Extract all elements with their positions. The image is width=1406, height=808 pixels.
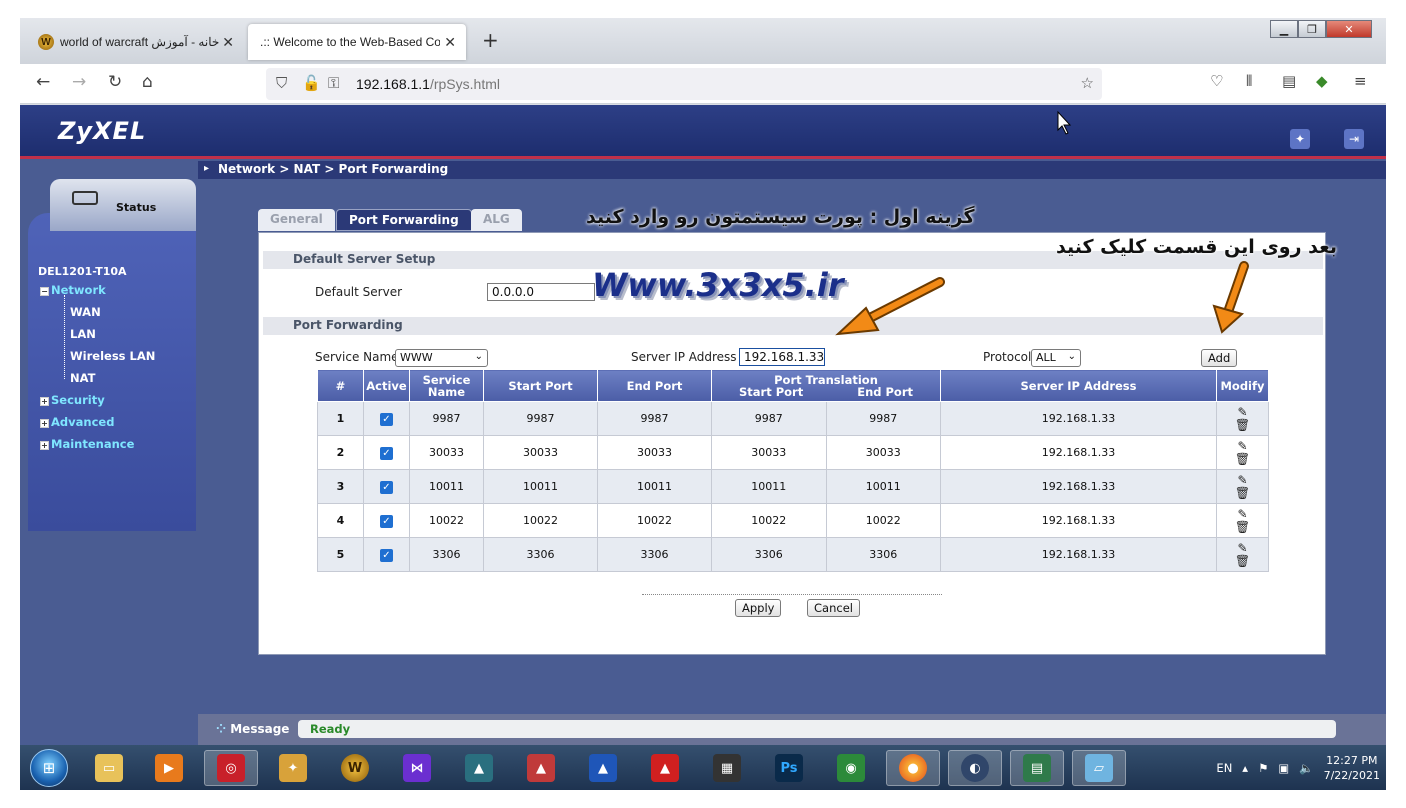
arrow-to-add-button: [1212, 261, 1249, 334]
network-icon[interactable]: ▣: [1278, 761, 1289, 775]
taskbar-teamspeak[interactable]: ◐: [948, 750, 1002, 786]
taskbar-firefox[interactable]: ●: [886, 750, 940, 786]
film-icon: ▦: [713, 754, 741, 782]
teal-app-icon: ▲: [465, 754, 493, 782]
taskbar-explorer[interactable]: ▭: [82, 750, 136, 786]
start-button[interactable]: ⊞: [30, 749, 68, 787]
taskbar-app-red-triangle[interactable]: ▲: [514, 750, 568, 786]
wow-icon: W: [341, 754, 369, 782]
firefox-icon: ●: [899, 754, 927, 782]
red-triangle-icon: ▲: [527, 754, 555, 782]
taskbar-app-window[interactable]: ▤: [1010, 750, 1064, 786]
video-editor-icon: ⋈: [403, 754, 431, 782]
arrow-to-server-ip: [835, 277, 945, 336]
red-warning-icon: ▲: [651, 754, 679, 782]
taskbar-app-film[interactable]: ▦: [700, 750, 754, 786]
clock-date: 7/22/2021: [1323, 769, 1380, 782]
screen: W خانه - آموزش world of warcraft ✕ .:: W…: [20, 18, 1386, 790]
mouse-cursor-icon: [1057, 110, 1072, 135]
language-indicator[interactable]: EN: [1216, 761, 1232, 775]
taskbar-app-blue-triangle[interactable]: ▲: [576, 750, 630, 786]
taskbar-media-player[interactable]: ▶: [142, 750, 196, 786]
taskbar-download-manager[interactable]: ◉: [824, 750, 878, 786]
folder-icon: ▭: [95, 754, 123, 782]
taskbar-app-note[interactable]: ▱: [1072, 750, 1126, 786]
globe-download-icon: ◉: [837, 754, 865, 782]
media-player-icon: ▶: [155, 754, 183, 782]
system-tray: EN ▴ ⚑ ▣ 🔈 12:27 PM 7/22/2021: [1216, 753, 1380, 783]
clock[interactable]: 12:27 PM 7/22/2021: [1324, 753, 1380, 783]
window-app-icon: ▤: [1023, 754, 1051, 782]
taskbar-app-tools[interactable]: ✦: [266, 750, 320, 786]
taskbar-app-purple[interactable]: ⋈: [390, 750, 444, 786]
record-app-icon: ◎: [217, 754, 245, 782]
headset-icon: ◐: [961, 754, 989, 782]
volume-icon[interactable]: 🔈: [1299, 761, 1313, 775]
taskbar-app-teal[interactable]: ▲: [452, 750, 506, 786]
notepad-icon: ▱: [1085, 754, 1113, 782]
windows-logo-icon: ⊞: [42, 759, 56, 777]
taskbar-wow[interactable]: W: [328, 750, 382, 786]
taskbar-app-red[interactable]: ◎: [204, 750, 258, 786]
taskbar-photoshop[interactable]: Ps: [762, 750, 816, 786]
taskbar-app-red-warn[interactable]: ▲: [638, 750, 692, 786]
action-center-flag-icon[interactable]: ⚑: [1258, 761, 1268, 775]
show-hidden-icons-icon[interactable]: ▴: [1242, 761, 1248, 775]
clock-time: 12:27 PM: [1326, 754, 1378, 767]
annotation-arrows: [835, 110, 1249, 336]
blue-triangle-icon: ▲: [589, 754, 617, 782]
tools-app-icon: ✦: [279, 754, 307, 782]
photoshop-icon: Ps: [775, 754, 803, 782]
taskbar: ⊞ ▭ ▶ ◎ ✦ W ⋈ ▲ ▲ ▲ ▲ ▦ Ps ◉ ● ◐ ▤ ▱ EN …: [20, 745, 1386, 790]
